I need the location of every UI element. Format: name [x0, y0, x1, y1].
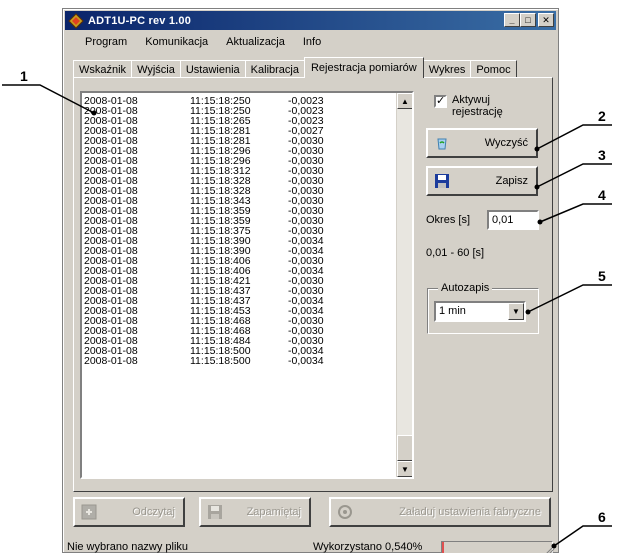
callout-dot-4: [537, 219, 543, 225]
callout-dot-2: [534, 146, 540, 152]
callout-4: 4: [598, 187, 606, 203]
callout-6: 6: [598, 509, 606, 525]
callout-line-5: [527, 284, 612, 313]
callout-line-1: [2, 84, 95, 114]
callout-dot-6: [551, 543, 557, 549]
callout-dot-5: [525, 309, 531, 315]
callout-dot-1: [91, 110, 97, 116]
callout-line-6: [553, 525, 612, 547]
callout-line-4: [539, 203, 612, 223]
callout-2: 2: [598, 108, 606, 124]
callout-line-3: [536, 163, 612, 188]
callout-lines: [2, 84, 612, 549]
tab-rejestracja-pomiarow[interactable]: Rejestracja pomiarów: [303, 57, 424, 78]
callout-3: 3: [598, 147, 606, 163]
callout-dot-3: [534, 184, 540, 190]
callout-line-2: [536, 124, 612, 150]
callout-5: 5: [598, 268, 606, 284]
callout-1: 1: [20, 68, 28, 84]
